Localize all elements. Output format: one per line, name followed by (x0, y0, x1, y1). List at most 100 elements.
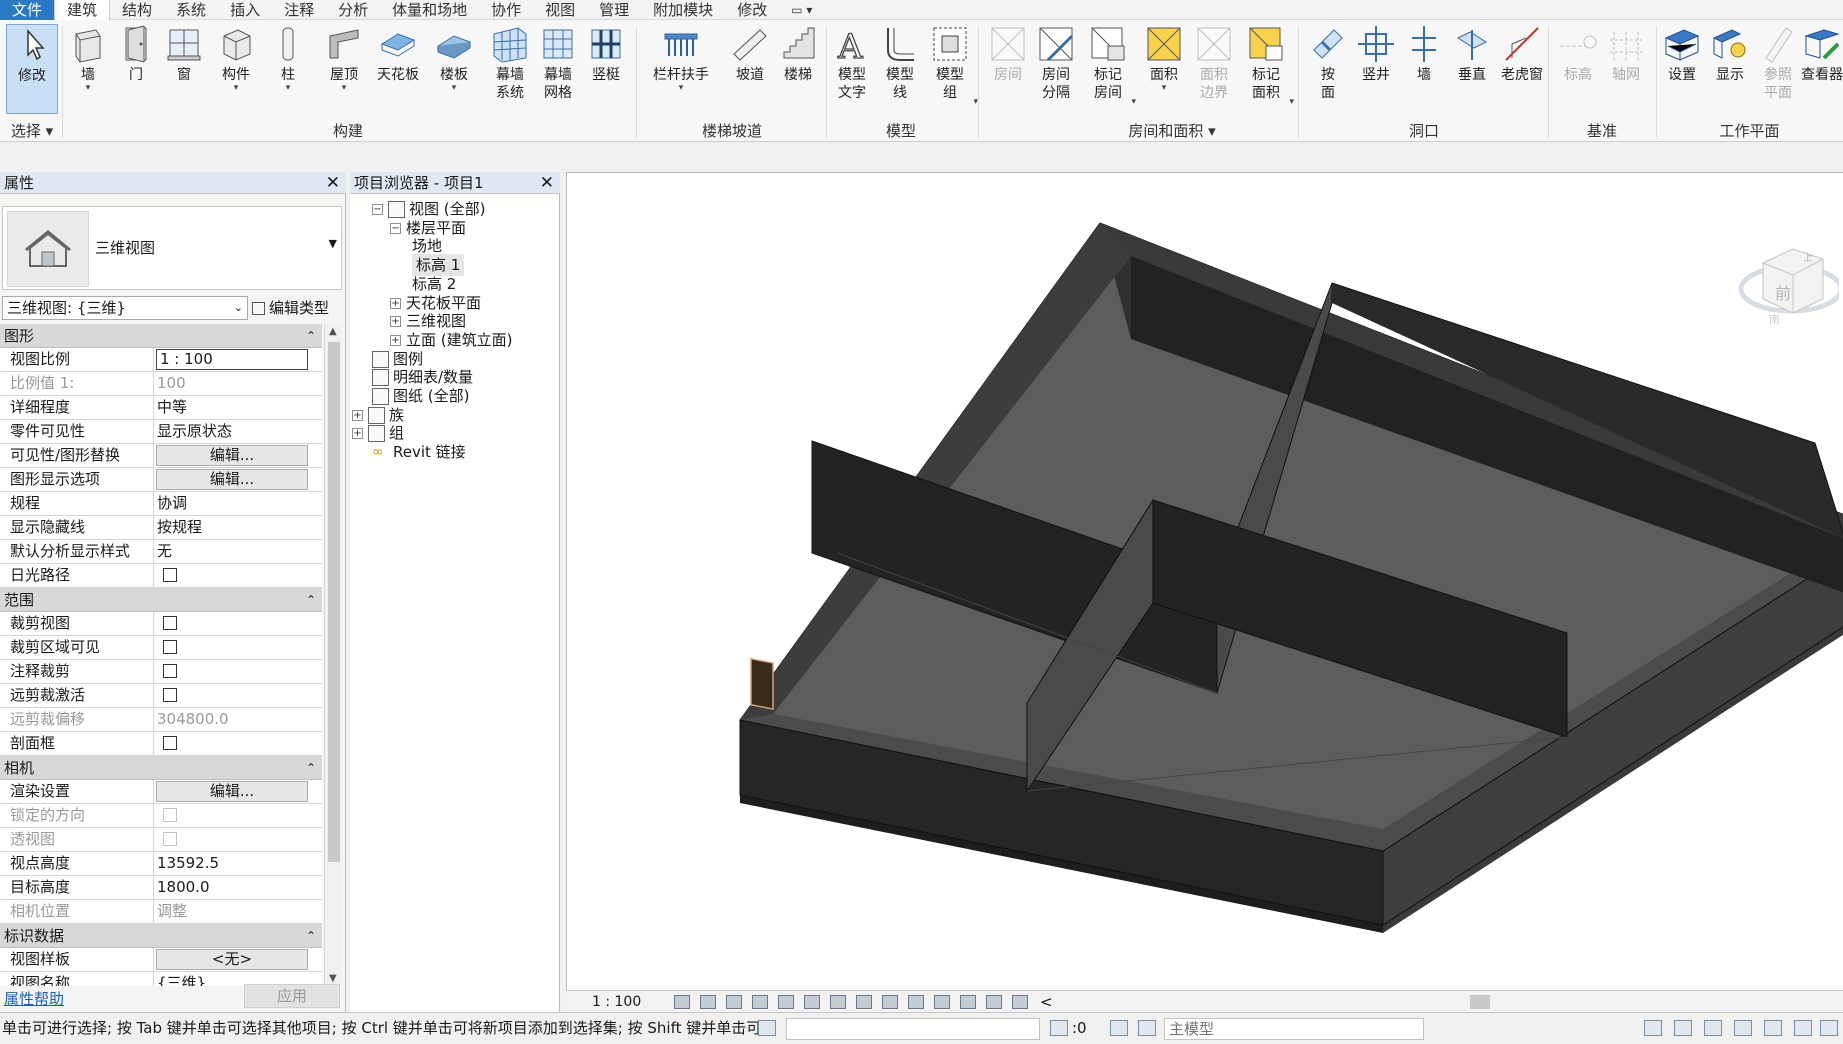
tab-architecture[interactable]: 建筑 (54, 0, 111, 20)
tab-structure[interactable]: 结构 (110, 0, 164, 20)
tab-modify[interactable]: 修改 (725, 0, 779, 20)
scroll-up-icon[interactable]: ▲ (329, 326, 337, 337)
browser-item[interactable]: ∞ Revit 链接 (372, 441, 466, 463)
main-model-select[interactable]: 主模型 (1164, 1018, 1424, 1040)
filter-icon[interactable] (1820, 1020, 1838, 1036)
properties-scrollbar[interactable]: ▲ ▼ (324, 324, 342, 986)
tag-room-dropdown-icon[interactable]: ▾ (1131, 98, 1136, 107)
stair-button[interactable]: 楼梯 (772, 24, 824, 84)
component-dropdown-icon[interactable]: ▾ (210, 84, 262, 93)
viewcube[interactable]: 前 上 南 (1733, 223, 1843, 329)
tab-manage[interactable]: 管理 (587, 0, 641, 20)
crop-view-icon[interactable] (804, 995, 820, 1009)
dormer-button[interactable]: 老虎窗 (1496, 24, 1548, 84)
edit-type-button[interactable]: 编辑类型 (252, 296, 329, 320)
panel-select-title[interactable]: 选择 ▾ (6, 120, 58, 141)
door-button[interactable]: 门 (110, 24, 162, 84)
shadows-icon[interactable] (752, 995, 768, 1009)
property-group-header[interactable]: 范围 ⌃ (0, 588, 322, 612)
column-dropdown-icon[interactable]: ▾ (262, 84, 314, 93)
property-edit-button[interactable]: 编辑... (156, 781, 308, 802)
workset-select[interactable] (786, 1018, 1040, 1040)
property-checkbox[interactable] (163, 568, 177, 582)
menu-file[interactable]: 文件 (0, 0, 55, 20)
property-value[interactable]: 中等 (154, 396, 322, 419)
grid-button[interactable]: 轴网 (1600, 24, 1652, 84)
modify-button[interactable]: 修改 (6, 24, 58, 114)
area-button[interactable]: 面积 ▾ (1138, 24, 1190, 93)
3d-view-canvas[interactable]: 前 上 南 (566, 172, 1843, 992)
show-workplane-button[interactable]: 显示 (1704, 24, 1756, 84)
chevron-down-icon[interactable]: ⌄ (234, 297, 243, 319)
editable-filter-icon[interactable] (1050, 1020, 1068, 1036)
scroll-down-icon[interactable]: ▼ (329, 973, 337, 984)
roof-dropdown-icon[interactable]: ▾ (318, 84, 370, 93)
drag-elements-icon[interactable] (1764, 1020, 1782, 1036)
wall-dropdown-icon[interactable]: ▾ (62, 84, 114, 93)
tab-collaborate[interactable]: 协作 (479, 0, 533, 20)
tag-room-button[interactable]: 标记 房间 ▾ (1082, 24, 1136, 107)
sun-path-icon[interactable] (726, 995, 742, 1009)
expand-icon[interactable]: + (390, 316, 401, 328)
building-model[interactable] (567, 173, 1843, 993)
temp-hide-isolate-icon[interactable] (882, 995, 898, 1009)
select-by-face-icon[interactable] (1734, 1020, 1752, 1036)
tab-massing-site[interactable]: 体量和场地 (380, 0, 479, 20)
tag-area-dropdown-icon[interactable]: ▾ (1289, 98, 1294, 107)
ramp-button[interactable]: 坡道 (724, 24, 776, 84)
type-dropdown-icon[interactable]: ▼ (329, 237, 337, 250)
show-crop-region-icon[interactable] (830, 995, 846, 1009)
reveal-hidden-icon[interactable] (908, 995, 924, 1009)
model-text-button[interactable]: A 模型 文字 (826, 24, 878, 102)
component-button[interactable]: 构件 ▾ (210, 24, 262, 93)
property-edit-button[interactable]: <无> (156, 949, 308, 970)
close-icon[interactable]: ✕ (326, 172, 340, 194)
detail-level-icon[interactable] (674, 995, 690, 1009)
show-analytical-model-icon[interactable] (960, 995, 976, 1009)
tab-analyze[interactable]: 分析 (326, 0, 380, 20)
window-button[interactable]: 窗 (158, 24, 210, 84)
door-element[interactable] (750, 657, 774, 710)
property-edit-button[interactable]: 编辑... (156, 445, 308, 466)
curtain-system-button[interactable]: 幕墙 系统 (484, 24, 536, 102)
expand-icon[interactable]: + (352, 409, 363, 421)
property-checkbox[interactable] (163, 616, 177, 630)
by-face-button[interactable]: 按 面 (1302, 24, 1354, 102)
select-pinned-icon[interactable] (1704, 1020, 1722, 1036)
room-separator-button[interactable]: 房间 分隔 (1030, 24, 1082, 102)
property-group-header[interactable]: 标识数据 ⌃ (0, 924, 322, 948)
viewcube-compass-label[interactable]: 南 (1769, 313, 1780, 326)
collapse-icon[interactable]: − (390, 222, 401, 234)
model-group-button[interactable]: 模型 组 ▾ (924, 24, 978, 107)
floor-button[interactable]: 楼板 ▾ (428, 24, 480, 93)
column-button[interactable]: 柱 ▾ (262, 24, 314, 93)
render-icon[interactable] (778, 995, 794, 1009)
select-links-icon[interactable] (1644, 1020, 1662, 1036)
property-group-header[interactable]: 相机 ⌃ (0, 756, 322, 780)
expand-icon[interactable]: + (390, 297, 401, 309)
room-button[interactable]: 房间 (982, 24, 1034, 84)
area-dropdown-icon[interactable]: ▾ (1138, 84, 1190, 93)
railing-dropdown-icon[interactable]: ▾ (648, 84, 714, 93)
panel-room-area-title[interactable]: 房间和面积 ▾ (1082, 120, 1262, 141)
vertical-opening-button[interactable]: 垂直 (1446, 24, 1498, 84)
view-scale-selector[interactable]: 1 : 100 (592, 991, 641, 1013)
collapse-icon[interactable]: ⌃ (306, 924, 316, 948)
property-value[interactable]: 协调 (154, 492, 322, 515)
tab-insert[interactable]: 插入 (218, 0, 272, 20)
tab-addins[interactable]: 附加模块 (641, 0, 725, 20)
shaft-button[interactable]: 竖井 (1350, 24, 1402, 84)
wall-opening-button[interactable]: 墙 (1398, 24, 1450, 84)
set-workplane-button[interactable]: 设置 (1656, 24, 1708, 84)
property-checkbox[interactable] (163, 736, 177, 750)
collapse-icon[interactable]: ⌃ (306, 588, 316, 612)
temp-view-properties-icon[interactable] (934, 995, 950, 1009)
collapse-icon[interactable]: ⌃ (306, 324, 316, 348)
tab-view[interactable]: 视图 (533, 0, 587, 20)
collapse-chevron-icon[interactable]: < (1040, 991, 1053, 1013)
viewcube-front-face[interactable]: 前 (1775, 284, 1791, 303)
property-checkbox[interactable] (163, 664, 177, 678)
property-checkbox[interactable] (163, 640, 177, 654)
select-underlay-icon[interactable] (1674, 1020, 1692, 1036)
lock-3d-view-icon[interactable] (856, 995, 872, 1009)
